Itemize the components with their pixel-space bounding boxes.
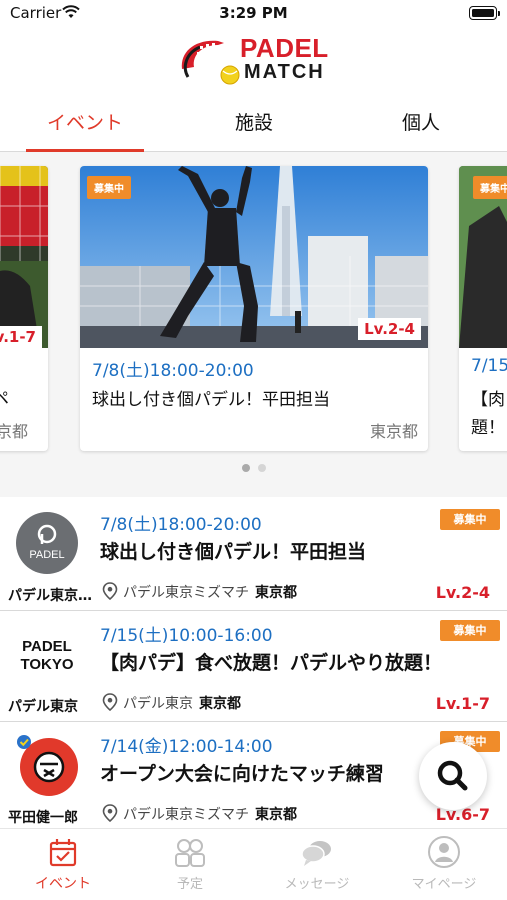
nav-mypage[interactable]: マイページ — [381, 835, 507, 892]
level-range: Lv.1-7 — [435, 694, 490, 713]
avatar-text: PADEL — [29, 549, 64, 561]
status-bar: Carrier 3:29 PM — [0, 0, 507, 28]
user-icon — [428, 836, 460, 868]
event-title: 【肉 — [471, 390, 505, 410]
recruit-status-badge: 募集中 — [440, 620, 500, 641]
calendar-icon — [49, 839, 77, 867]
prefecture: 東京都 — [255, 585, 297, 601]
search-icon — [437, 760, 468, 791]
carousel-card[interactable]: 募集中 Lv.2-4 7/8(土)18:00-20:00 球出し付き個パデル！平… — [80, 166, 428, 451]
event-title-line2: 題！ — [471, 418, 505, 438]
app-logo: PADEL MATCH — [178, 33, 330, 87]
brand-line2: MATCH — [244, 61, 325, 83]
event-date: 7/8(土)18:00-20:00 — [92, 361, 254, 381]
people-icon — [175, 839, 205, 867]
event-date: 7/15 — [471, 356, 507, 376]
nav-label: 予定 — [176, 877, 203, 892]
carousel-card[interactable]: 募集中 7/15 【肉 題！ — [459, 166, 507, 451]
event-date: 7/15(土)10:00-16:00 — [100, 626, 273, 646]
organizer-name: 平田健一郎 — [8, 810, 78, 826]
venue-name: パデル東京ミズマチ — [123, 585, 249, 601]
avatar-text-line2: TOKYO — [20, 656, 73, 673]
carousel-card[interactable]: Lv.1-7 ペ 東京都 — [0, 166, 48, 451]
organizer-avatar — [17, 735, 78, 796]
nav-label: メッセージ — [284, 877, 350, 892]
location-pin-icon — [102, 693, 118, 711]
location-pin-icon — [102, 804, 118, 822]
prefecture: 東京都 — [255, 807, 297, 823]
event-row[interactable]: PADEL TOKYO パデル東京 7/15(土)10:00-16:00 【肉パ… — [0, 611, 507, 722]
nav-messages[interactable]: メッセージ — [254, 835, 380, 892]
nav-label: イベント — [35, 876, 91, 892]
location-pin-icon — [102, 582, 118, 600]
prefecture: 東京都 — [199, 696, 241, 712]
avatar-text-line1: PADEL — [22, 638, 72, 655]
event-title: オープン大会に向けたマッチ練習 — [100, 763, 384, 785]
brand-line1: PADEL — [240, 33, 329, 63]
event-date: 7/8(土)18:00-20:00 — [100, 515, 262, 535]
recruit-status-badge: 募集中 — [87, 176, 131, 199]
event-title: 【肉パデ】食べ放題！パデルやり放題！ — [100, 652, 443, 674]
padel-logo-mark-icon — [181, 40, 240, 85]
pagination-dot-active[interactable] — [241, 464, 250, 472]
level-badge: Lv.1-7 — [0, 326, 42, 348]
pagination-dot[interactable] — [257, 464, 266, 472]
tab-facilities[interactable]: 施設 — [195, 100, 313, 152]
event-title: 球出し付き個パデル！平田担当 — [100, 541, 367, 563]
organizer-name: パデル東京 — [8, 699, 78, 715]
brand-wordmark: PADEL MATCH — [240, 35, 329, 82]
tab-individual[interactable]: 個人 — [362, 100, 480, 152]
event-venue: パデル東京ミズマチ 東京都 — [102, 804, 297, 824]
event-date: 7/14(金)12:00-14:00 — [100, 737, 273, 757]
level-range: Lv.2-4 — [435, 583, 490, 602]
event-title: ペ — [0, 389, 9, 409]
app-screen: Carrier 3:29 PM PADEL MATCH イベント 施設 個人 .… — [0, 0, 507, 900]
tab-events[interactable]: イベント — [26, 100, 144, 152]
nav-schedule[interactable]: 予定 — [127, 835, 253, 892]
carousel-pagination — [0, 464, 507, 472]
venue-name: パデル東京 — [123, 696, 193, 712]
organizer-avatar: PADEL — [16, 512, 78, 574]
search-button[interactable] — [419, 742, 487, 810]
top-tab-bar: イベント 施設 個人 — [0, 100, 507, 152]
event-title: 球出し付き個パデル！平田担当 — [92, 390, 330, 410]
venue-name: パデル東京ミズマチ — [123, 807, 249, 823]
recruit-status-badge: 募集中 — [473, 176, 507, 199]
nav-label: マイページ — [411, 877, 477, 892]
recruit-status-badge: 募集中 — [440, 509, 500, 530]
bottom-nav: イベント 予定 メッセージ マイページ — [0, 828, 507, 900]
event-location: 東京都 — [369, 422, 418, 441]
event-row[interactable]: PADEL パデル東京ミズマチ 7/8(土)18:00-20:00 球出し付き個… — [0, 500, 507, 611]
nav-events[interactable]: イベント — [0, 835, 126, 893]
status-time: 3:29 PM — [219, 4, 288, 22]
event-venue: パデル東京ミズマチ 東京都 — [102, 582, 297, 602]
organizer-avatar: PADEL TOKYO — [16, 623, 78, 685]
event-photo — [0, 166, 48, 348]
battery-icon — [469, 6, 500, 20]
featured-carousel[interactable]: Lv.1-7 ペ 東京都 — [0, 152, 507, 497]
event-location: 東京都 — [0, 422, 29, 441]
organizer-name: パデル東京ミズマチ — [8, 588, 94, 604]
level-badge: Lv.2-4 — [358, 318, 421, 340]
chat-bubble-icon — [301, 841, 331, 866]
event-venue: パデル東京 東京都 — [102, 693, 241, 713]
